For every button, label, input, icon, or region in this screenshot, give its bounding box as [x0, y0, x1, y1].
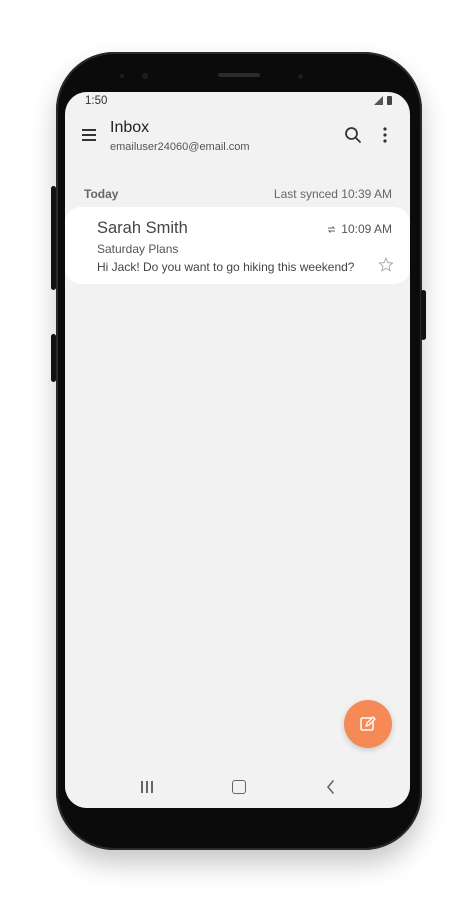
home-icon[interactable] — [232, 780, 246, 794]
back-icon[interactable] — [325, 779, 337, 795]
proximity-sensor — [120, 74, 124, 78]
earpiece-speaker — [218, 73, 260, 77]
front-camera — [142, 73, 148, 79]
section-label: Today — [84, 187, 119, 201]
screen: 1:50 Inbox emailuser24060@email.com Toda… — [65, 92, 410, 808]
battery-icon — [387, 96, 392, 105]
iris-sensor — [298, 74, 303, 79]
recent-apps-icon[interactable] — [140, 781, 154, 793]
page-title: Inbox — [110, 119, 150, 136]
status-bar: 1:50 — [65, 92, 410, 110]
message-time-label: 10:09 AM — [341, 222, 392, 236]
sender-name: Sarah Smith — [97, 219, 188, 237]
message-preview: Hi Jack! Do you want to go hiking this w… — [97, 260, 355, 274]
list-item[interactable]: Sarah Smith 10:09 AM Saturday Plans Hi J… — [65, 207, 410, 284]
status-time: 1:50 — [85, 95, 108, 107]
search-icon[interactable] — [344, 126, 362, 144]
message-subject: Saturday Plans — [97, 242, 179, 256]
last-synced-label: Last synced 10:39 AM — [273, 187, 392, 201]
account-email: emailuser24060@email.com — [110, 141, 250, 153]
stage: 1:50 Inbox emailuser24060@email.com Toda… — [0, 0, 476, 902]
power-button — [421, 290, 426, 340]
status-icons — [374, 96, 392, 105]
signal-icon — [374, 96, 383, 105]
bixby-button — [51, 186, 56, 290]
more-vertical-icon[interactable] — [379, 126, 391, 144]
navigation-bar — [65, 766, 410, 808]
compose-button[interactable] — [344, 700, 392, 748]
app-bar: Inbox emailuser24060@email.com — [65, 114, 410, 166]
hamburger-icon[interactable] — [82, 128, 98, 142]
message-time: 10:09 AM — [326, 222, 392, 236]
section-header: Today Last synced 10:39 AM — [65, 185, 410, 203]
compose-icon — [360, 716, 376, 731]
volume-button — [51, 334, 56, 382]
star-outline-icon[interactable] — [378, 257, 394, 273]
sync-icon — [328, 225, 336, 233]
